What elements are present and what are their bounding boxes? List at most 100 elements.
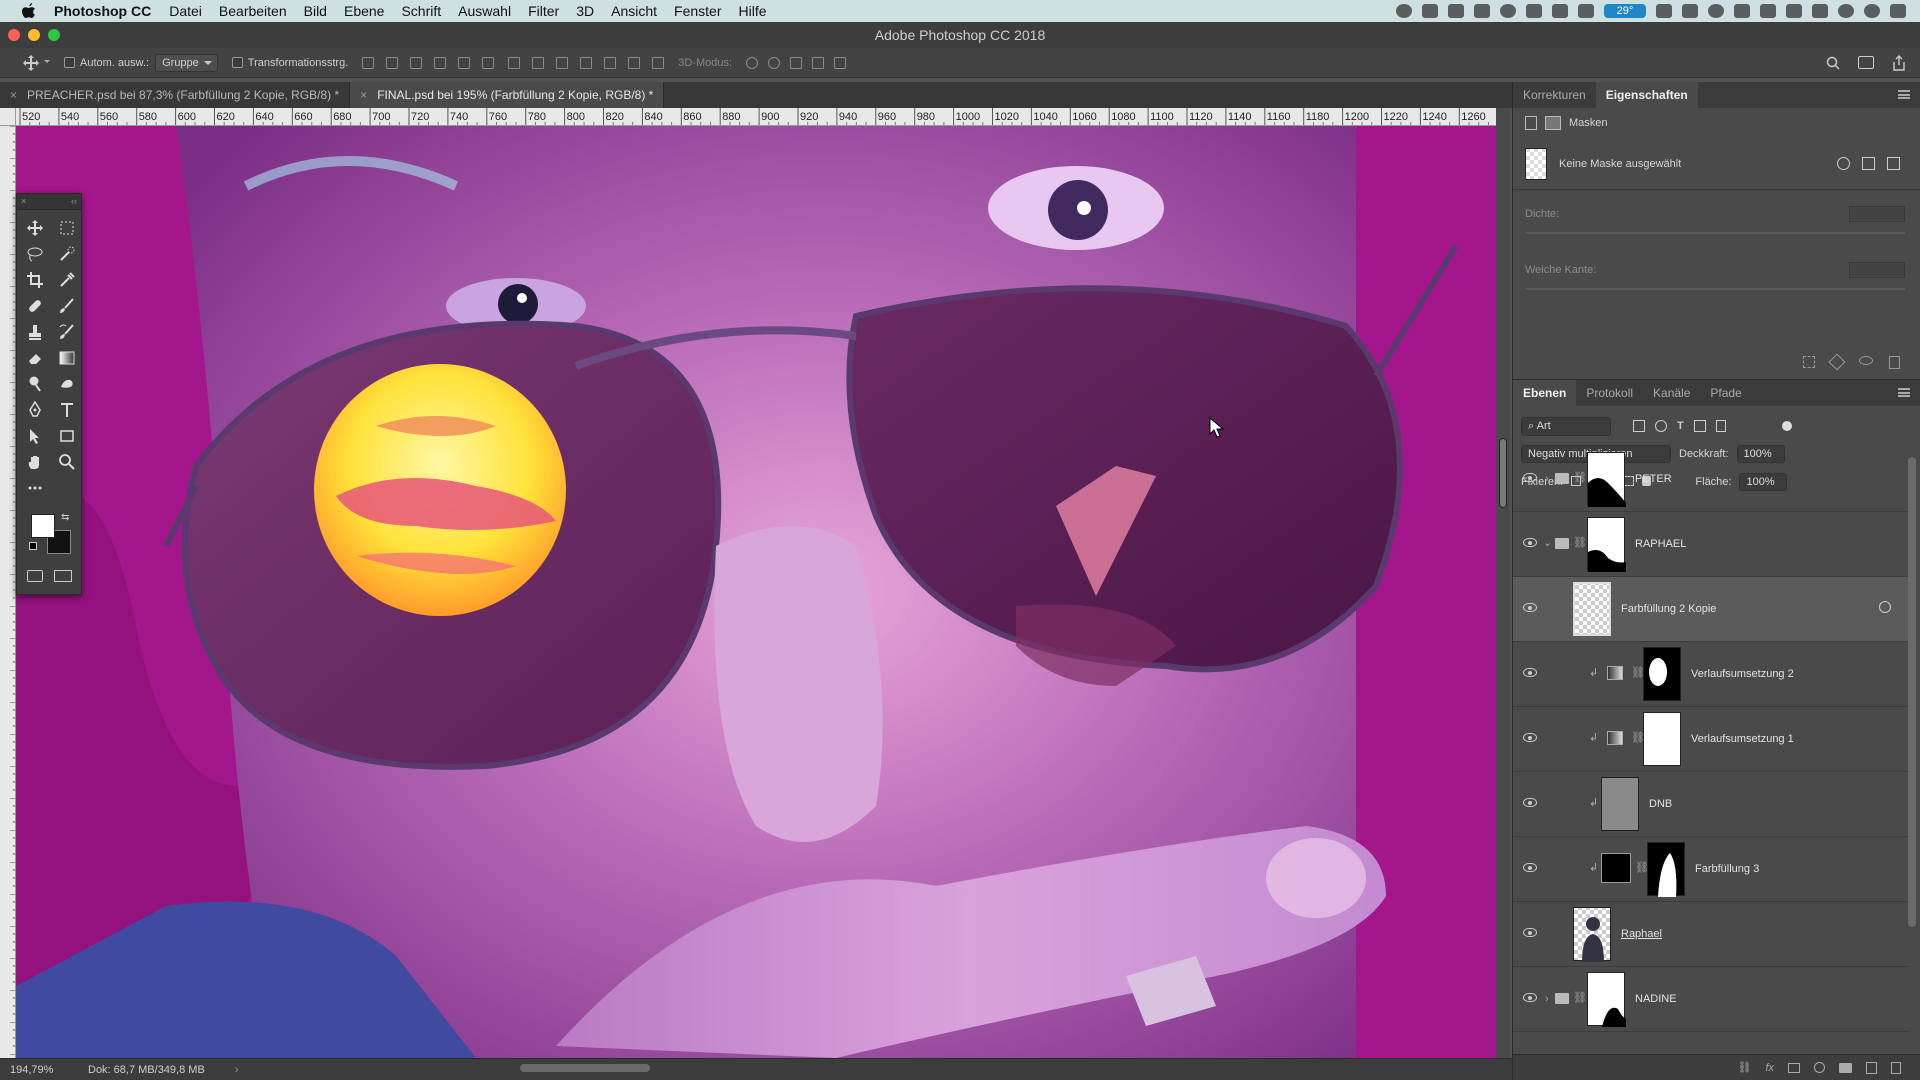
share-icon[interactable]	[1892, 55, 1906, 74]
close-tab-icon[interactable]: ×	[10, 88, 17, 102]
collapse-chevron-icon[interactable]: ⌄	[1543, 536, 1552, 549]
filter-shape-icon[interactable]	[1693, 420, 1706, 432]
layer-mask-thumbnail[interactable]	[1587, 452, 1626, 507]
feather-value-field[interactable]	[1849, 262, 1905, 278]
photo-icon[interactable]	[1578, 4, 1594, 18]
layer-row[interactable]: Raphael	[1513, 902, 1909, 967]
minimize-window-button[interactable]	[28, 29, 40, 41]
tools-panel-header[interactable]: × ‹‹	[17, 194, 81, 210]
visibility-eye-icon[interactable]	[1523, 603, 1537, 612]
vertical-ruler[interactable]	[0, 126, 16, 1058]
layer-style-icon[interactable]	[1879, 601, 1891, 613]
brush-tool[interactable]	[52, 294, 82, 318]
menu-fenster[interactable]: Fenster	[674, 3, 721, 19]
workspace-icon[interactable]	[1858, 56, 1874, 69]
creative-cloud-icon[interactable]	[1500, 4, 1516, 18]
quick-mask-icon[interactable]	[26, 570, 43, 582]
select-mask-icon[interactable]	[1837, 157, 1850, 170]
collapse-tools-icon[interactable]: ‹‹	[71, 196, 77, 207]
distribute-bottom-icon[interactable]	[556, 56, 569, 69]
pan-3d-icon[interactable]	[790, 56, 803, 69]
visibility-eye-icon[interactable]	[1523, 538, 1537, 547]
distribute-vcenter-icon[interactable]	[532, 56, 545, 69]
transform-checkbox[interactable]	[231, 57, 243, 68]
load-selection-icon[interactable]	[1803, 356, 1815, 368]
menu-app-name[interactable]: Photoshop CC	[54, 3, 151, 19]
tab-final[interactable]: × FINAL.psd bei 195% (Farbfüllung 2 Kopi…	[350, 82, 665, 108]
close-tools-icon[interactable]: ×	[21, 196, 26, 207]
menu-bearbeiten[interactable]: Bearbeiten	[219, 3, 287, 19]
more-tools[interactable]	[20, 476, 50, 500]
clone-stamp-tool[interactable]	[20, 320, 50, 344]
tab-pfade[interactable]: Pfade	[1700, 380, 1751, 406]
feather-slider[interactable]	[1525, 288, 1905, 290]
new-layer-icon[interactable]	[1866, 1061, 1877, 1074]
cloud-icon[interactable]	[1474, 4, 1490, 18]
gradient-map-icon[interactable]	[1607, 731, 1623, 745]
auto-select-checkbox[interactable]	[64, 57, 75, 68]
expand-chevron-icon[interactable]: ›	[1545, 473, 1549, 485]
new-adjustment-icon[interactable]	[1814, 1062, 1825, 1073]
slide-3d-icon[interactable]	[812, 56, 825, 69]
layers-scrollbar[interactable]	[1908, 457, 1916, 927]
distribute-top-icon[interactable]	[508, 56, 521, 69]
document-canvas[interactable]	[16, 126, 1496, 1058]
evernote-icon[interactable]	[1526, 4, 1542, 18]
menu-hilfe[interactable]: Hilfe	[739, 3, 767, 19]
layer-mask-thumbnail[interactable]	[1643, 647, 1681, 701]
density-slider[interactable]	[1525, 232, 1905, 234]
screen-icon[interactable]	[1422, 4, 1438, 18]
eraser-tool[interactable]	[20, 346, 50, 370]
layer-mask-thumbnail[interactable]	[1647, 842, 1685, 897]
swap-colors-icon[interactable]: ⇆	[61, 512, 69, 523]
bluetooth-icon[interactable]	[1734, 4, 1750, 18]
toggle-mask-icon[interactable]	[1859, 356, 1873, 365]
layer-mask-thumbnail[interactable]	[1643, 712, 1681, 766]
layer-mask-thumbnail[interactable]	[1587, 517, 1626, 572]
notification-icon[interactable]	[1682, 4, 1698, 18]
close-tab-icon[interactable]: ×	[360, 88, 367, 102]
apply-mask-icon[interactable]	[1828, 353, 1846, 371]
align-right-icon[interactable]	[482, 56, 495, 69]
layer-row[interactable]: ↲ ⛓ Farbfüllung 3	[1513, 837, 1909, 902]
align-left-icon[interactable]	[434, 56, 447, 69]
record-icon[interactable]	[1396, 4, 1412, 18]
battery-icon[interactable]	[1812, 4, 1828, 18]
zoom-tool[interactable]	[52, 450, 82, 474]
layer-thumbnail[interactable]	[1601, 777, 1639, 831]
search-icon[interactable]	[1826, 56, 1840, 73]
tab-ebenen[interactable]: Ebenen	[1513, 380, 1577, 406]
maximize-window-button[interactable]	[48, 29, 60, 41]
fx-icon[interactable]: fx	[1765, 1062, 1774, 1074]
distribute-hcenter-icon[interactable]	[604, 56, 617, 69]
density-value-field[interactable]	[1849, 206, 1905, 222]
delete-mask-icon[interactable]	[1889, 356, 1900, 369]
menu-3d[interactable]: 3D	[576, 3, 594, 19]
sync-icon[interactable]	[1708, 4, 1724, 18]
roll-3d-icon[interactable]	[768, 56, 781, 69]
link-layers-icon[interactable]: ⛓	[1737, 1061, 1751, 1074]
align-top-icon[interactable]	[362, 56, 375, 69]
orbit-3d-icon[interactable]	[746, 56, 759, 69]
spotlight-icon[interactable]	[1838, 4, 1854, 18]
scale-3d-icon[interactable]	[834, 56, 847, 69]
visibility-eye-icon[interactable]	[1523, 928, 1537, 937]
hand-tool[interactable]	[20, 450, 50, 474]
tab-protokoll[interactable]: Protokoll	[1576, 380, 1643, 406]
layers-menu-icon[interactable]	[1898, 388, 1910, 397]
eyedropper-tool[interactable]	[52, 268, 82, 292]
filter-toggle-icon[interactable]	[1782, 421, 1792, 431]
delete-layer-icon[interactable]	[1891, 1061, 1901, 1074]
history-brush-tool[interactable]	[52, 320, 82, 344]
notification-center-icon[interactable]	[1890, 4, 1906, 18]
menu-auswahl[interactable]: Auswahl	[458, 3, 511, 19]
auto-align-icon[interactable]	[652, 56, 665, 69]
canvas-vertical-scrollbar[interactable]	[1496, 108, 1510, 1058]
rectangle-tool[interactable]	[52, 424, 82, 448]
filter-adjustment-icon[interactable]	[1655, 420, 1667, 432]
layer-thumbnail[interactable]	[1573, 582, 1611, 636]
filter-smart-object-icon[interactable]	[1715, 420, 1726, 432]
gradient-tool[interactable]	[52, 346, 82, 370]
transform-toggle[interactable]: Transformationsstrg.	[231, 57, 348, 69]
layer-row[interactable]: ⌄ ⛓ RAPHAEL	[1513, 512, 1909, 577]
